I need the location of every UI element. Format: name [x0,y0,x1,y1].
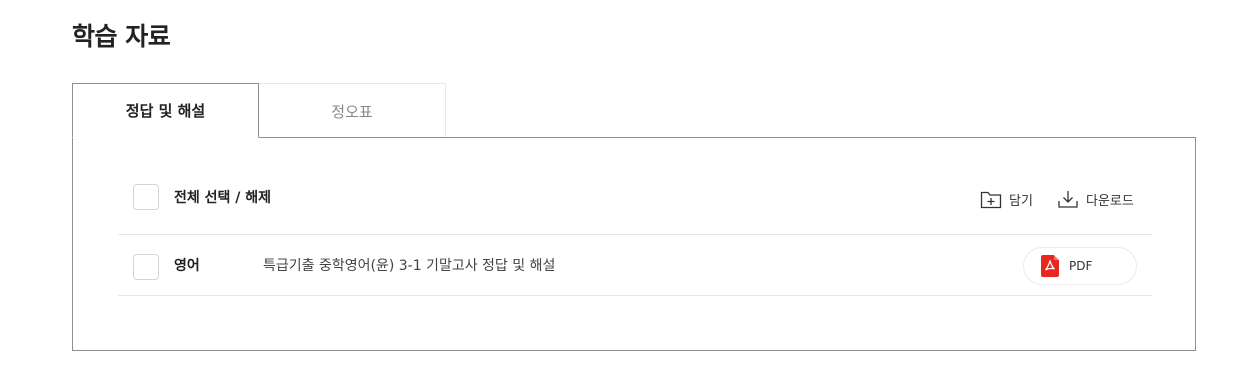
row-checkbox[interactable] [133,254,159,280]
tab-errata[interactable]: 정오표 [259,83,446,138]
save-label: 담기 [1009,193,1033,209]
divider [118,234,1152,235]
pdf-label: PDF [1069,259,1093,273]
tab-answers-explanations[interactable]: 정답 및 해설 [72,83,259,138]
page-title: 학습 자료 [72,22,171,51]
materials-panel: 전체 선택 / 해제 담기 다운로드 영어 특급기출 중학영어(윤) 3-1 기… [72,137,1196,351]
pdf-icon [1041,255,1059,277]
select-all-label: 전체 선택 / 해제 [174,190,272,206]
pdf-download-button[interactable]: PDF [1023,247,1137,285]
row-subject: 영어 [174,258,200,274]
download-icon [1057,189,1079,209]
tab-bar: 정답 및 해설 정오표 [72,83,446,138]
divider [118,295,1152,296]
save-button[interactable]: 담기 [980,188,1033,210]
folder-add-icon [980,189,1002,209]
row-title: 특급기출 중학영어(윤) 3-1 기말고사 정답 및 해설 [263,258,556,274]
download-button[interactable]: 다운로드 [1057,188,1134,210]
download-label: 다운로드 [1086,193,1134,209]
select-all-checkbox[interactable] [133,184,159,210]
